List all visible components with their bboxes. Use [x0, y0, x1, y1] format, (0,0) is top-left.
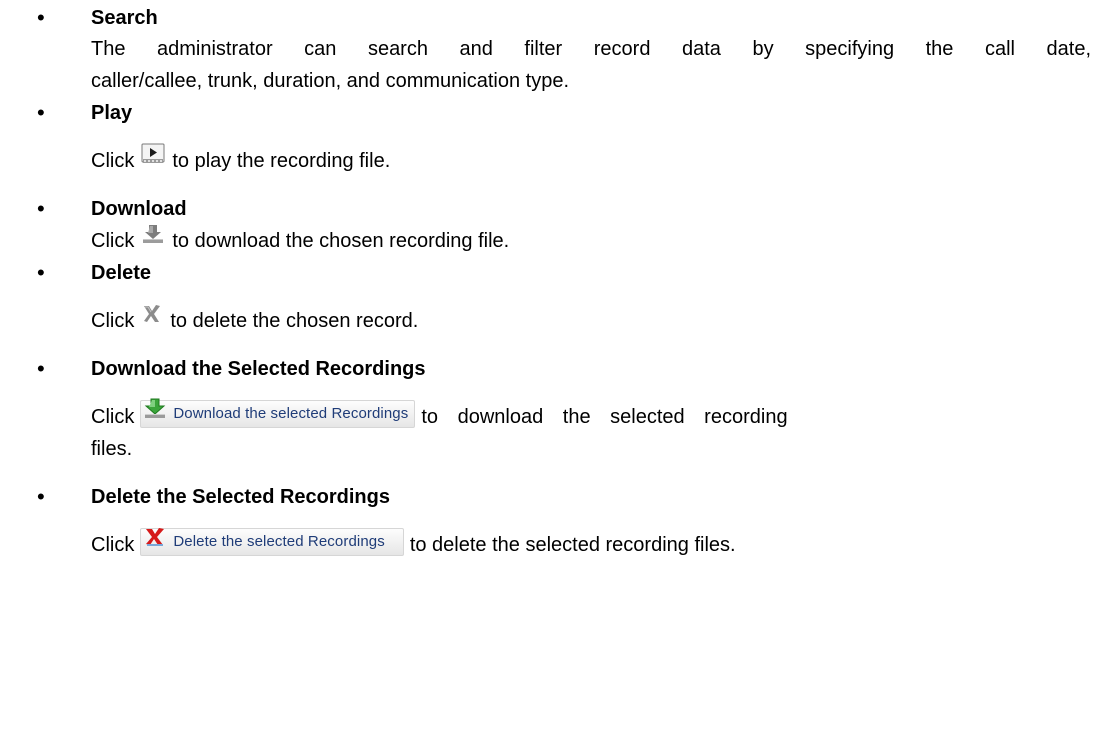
download-instruction: Click to download the chosen recording f…	[91, 223, 510, 257]
bullet: •	[37, 484, 45, 509]
download-icon[interactable]	[140, 223, 166, 254]
delete-red-icon	[143, 526, 167, 559]
download-selected-text-part2: files.	[91, 438, 133, 460]
download-selected-text-part1: to download the selected recording	[421, 406, 788, 428]
download-selected-recordings-button[interactable]: Download the selected Recordings	[140, 398, 416, 431]
delete-instruction: Click to delete the chosen record.	[91, 303, 419, 337]
click-word: Click	[91, 534, 135, 556]
document-page: • Search The administrator can search an…	[0, 0, 1116, 733]
click-word: Click	[91, 406, 135, 428]
play-instruction-text: to play the recording file.	[172, 150, 391, 172]
bullet: •	[37, 260, 45, 285]
delete-selected-instruction-text: to delete the selected recording files.	[409, 534, 736, 556]
search-description-line-1: The administrator can search and filter …	[91, 38, 1091, 60]
click-word: Click	[91, 150, 135, 172]
delete-icon[interactable]	[140, 303, 164, 334]
click-word: Click	[91, 230, 135, 252]
bullet: •	[37, 100, 45, 125]
delete-selected-instruction: Click Delete the selected Recordings to …	[91, 526, 736, 560]
delete-selected-title: Delete the Selected Recordings	[91, 486, 390, 508]
delete-instruction-text: to delete the chosen record.	[170, 310, 419, 332]
bullet: •	[37, 196, 45, 221]
download-selected-title: Download the Selected Recordings	[91, 358, 426, 380]
download-selected-instruction: Click Download the selected Recordings t…	[91, 398, 1091, 432]
download-instruction-text: to download the chosen recording file.	[172, 230, 510, 252]
bullet: •	[37, 356, 45, 381]
download-title: Download	[91, 198, 187, 220]
download-selected-button-label: Download the selected Recordings	[173, 405, 409, 422]
play-instruction: Click to play the recording file.	[91, 143, 391, 177]
bullet: •	[37, 5, 45, 30]
delete-selected-recordings-button[interactable]: Delete the selected Recordings	[140, 526, 404, 559]
play-icon[interactable]	[140, 143, 166, 174]
search-title: Search	[91, 7, 158, 29]
download-green-icon	[143, 398, 167, 431]
play-title: Play	[91, 102, 133, 124]
delete-title: Delete	[91, 262, 152, 284]
search-description-line-2: caller/callee, trunk, duration, and comm…	[91, 70, 570, 92]
delete-selected-button-label: Delete the selected Recordings	[173, 533, 385, 550]
click-word: Click	[91, 310, 135, 332]
